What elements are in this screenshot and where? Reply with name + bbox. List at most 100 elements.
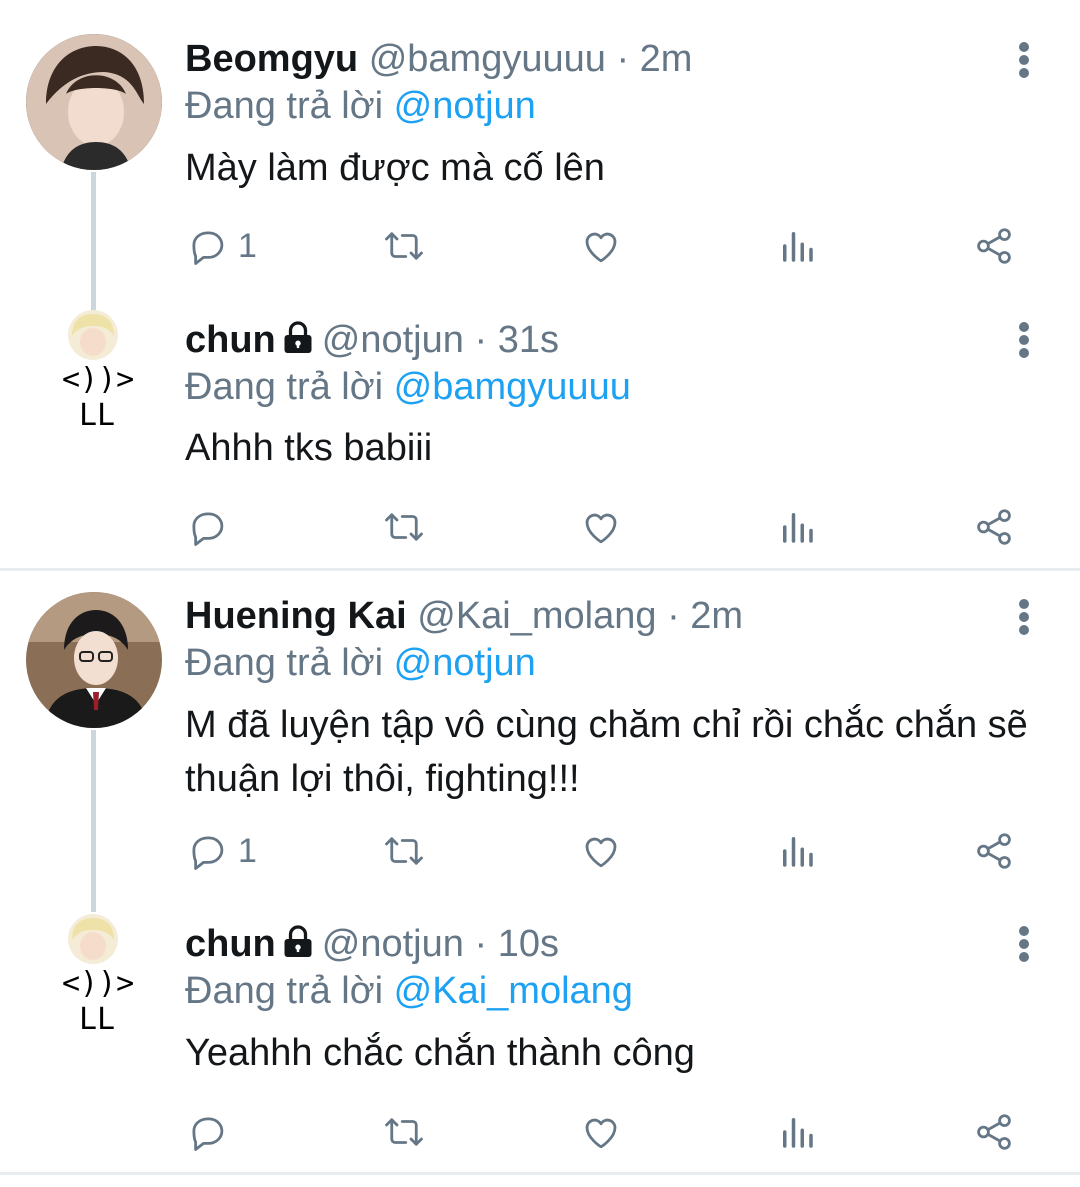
- display-name[interactable]: chun: [185, 319, 276, 361]
- separator-dot: ·: [616, 38, 630, 80]
- replying-to-label: Đang trả lời: [185, 366, 384, 408]
- reply-button[interactable]: 1: [186, 826, 257, 876]
- analytics-icon: [776, 1111, 818, 1153]
- user-handle[interactable]: @notjun: [322, 923, 464, 965]
- share-button[interactable]: [973, 826, 1015, 876]
- like-icon: [580, 1111, 622, 1153]
- retweet-button[interactable]: [383, 502, 425, 552]
- share-button[interactable]: [973, 502, 1015, 552]
- share-icon: [973, 225, 1015, 267]
- retweet-button[interactable]: [383, 221, 425, 271]
- tweet-actions: [0, 1107, 1080, 1157]
- avatar-image: [26, 592, 162, 728]
- timestamp[interactable]: 2m: [690, 595, 743, 637]
- analytics-button[interactable]: [776, 502, 818, 552]
- lock-icon: [280, 320, 316, 356]
- timestamp[interactable]: 10s: [498, 923, 559, 965]
- mention-link[interactable]: @Kai_molang: [394, 970, 633, 1012]
- like-button[interactable]: [580, 221, 622, 271]
- more-vertical-icon[interactable]: [1012, 320, 1036, 360]
- analytics-button[interactable]: [776, 826, 818, 876]
- retweet-icon: [383, 830, 425, 872]
- thread-divider: [0, 568, 1080, 571]
- share-button[interactable]: [973, 1107, 1015, 1157]
- analytics-button[interactable]: [776, 1107, 818, 1157]
- analytics-button[interactable]: [776, 221, 818, 271]
- tweet-header: chun @notjun · 10s: [185, 922, 559, 966]
- separator-dot: ·: [667, 595, 680, 637]
- retweet-icon: [383, 225, 425, 267]
- avatar[interactable]: [68, 310, 118, 360]
- user-handle[interactable]: @bamgyuuuu: [369, 38, 606, 80]
- mention-link[interactable]: @notjun: [394, 642, 536, 684]
- tweet-actions: 1: [0, 826, 1080, 876]
- replying-to: Đang trả lời @bamgyuuuu: [185, 365, 631, 409]
- tweet-header: Beomgyu @bamgyuuuu · 2m: [185, 37, 692, 81]
- replying-to-label: Đang trả lời: [185, 970, 384, 1012]
- retweet-button[interactable]: [383, 1107, 425, 1157]
- analytics-icon: [776, 506, 818, 548]
- reply-count: 1: [238, 226, 257, 265]
- more-vertical-icon[interactable]: [1012, 597, 1036, 637]
- avatar-image: [26, 34, 162, 170]
- retweet-button[interactable]: [383, 826, 425, 876]
- avatar[interactable]: [68, 914, 118, 964]
- like-icon: [580, 506, 622, 548]
- thread-line: [91, 730, 96, 912]
- tweet-text: Ahhh tks babiii: [185, 427, 433, 469]
- retweet-icon: [383, 1111, 425, 1153]
- user-handle[interactable]: @Kai_molang: [417, 595, 656, 637]
- replying-to: Đang trả lời @Kai_molang: [185, 969, 633, 1013]
- mention-link[interactable]: @notjun: [394, 85, 536, 127]
- user-handle[interactable]: @notjun: [322, 319, 464, 361]
- more-vertical-icon[interactable]: [1012, 40, 1036, 80]
- replying-to-label: Đang trả lời: [185, 642, 384, 684]
- avatar[interactable]: [26, 592, 162, 728]
- tweet-text: Mày làm được mà cố lên: [185, 147, 605, 189]
- reply-icon: [186, 1111, 228, 1153]
- analytics-icon: [776, 830, 818, 872]
- share-icon: [973, 1111, 1015, 1153]
- tweet-header: Huening Kai @Kai_molang · 2m: [185, 594, 743, 638]
- analytics-icon: [776, 225, 818, 267]
- replying-to: Đang trả lời @notjun: [185, 641, 536, 685]
- tweet-header: chun @notjun · 31s: [185, 318, 559, 362]
- tweet-actions: [0, 502, 1080, 552]
- avatar-image: [68, 914, 118, 964]
- ascii-body-art: <))> LL: [62, 966, 135, 1037]
- reply-button[interactable]: [186, 502, 228, 552]
- like-icon: [580, 225, 622, 267]
- timestamp[interactable]: 31s: [498, 319, 559, 361]
- timestamp[interactable]: 2m: [640, 38, 693, 80]
- like-button[interactable]: [580, 502, 622, 552]
- share-icon: [973, 830, 1015, 872]
- share-icon: [973, 506, 1015, 548]
- reply-icon: [186, 830, 228, 872]
- reply-icon: [186, 225, 228, 267]
- avatar[interactable]: [26, 34, 162, 170]
- tweet-actions: 1: [0, 221, 1080, 271]
- tweet-text: Yeahhh chắc chắn thành công: [185, 1032, 695, 1074]
- retweet-icon: [383, 506, 425, 548]
- like-icon: [580, 830, 622, 872]
- share-button[interactable]: [973, 221, 1015, 271]
- tweet-text: M đã luyện tập vô cùng chăm chỉ rồi chắc…: [185, 704, 1028, 800]
- display-name[interactable]: Huening Kai: [185, 595, 407, 637]
- like-button[interactable]: [580, 1107, 622, 1157]
- display-name[interactable]: Beomgyu: [185, 38, 358, 80]
- reply-count: 1: [238, 831, 257, 870]
- separator-dot: ·: [474, 319, 488, 361]
- lock-icon: [280, 924, 316, 960]
- replying-to: Đang trả lời @notjun: [185, 84, 536, 128]
- reply-button[interactable]: 1: [186, 221, 257, 271]
- reply-button[interactable]: [186, 1107, 228, 1157]
- replying-to-label: Đang trả lời: [185, 85, 384, 127]
- mention-link[interactable]: @bamgyuuuu: [394, 366, 631, 408]
- like-button[interactable]: [580, 826, 622, 876]
- ascii-body-art: <))> LL: [62, 362, 135, 433]
- reply-icon: [186, 506, 228, 548]
- more-vertical-icon[interactable]: [1012, 924, 1036, 964]
- separator-dot: ·: [474, 923, 488, 965]
- display-name[interactable]: chun: [185, 923, 276, 965]
- avatar-image: [68, 310, 118, 360]
